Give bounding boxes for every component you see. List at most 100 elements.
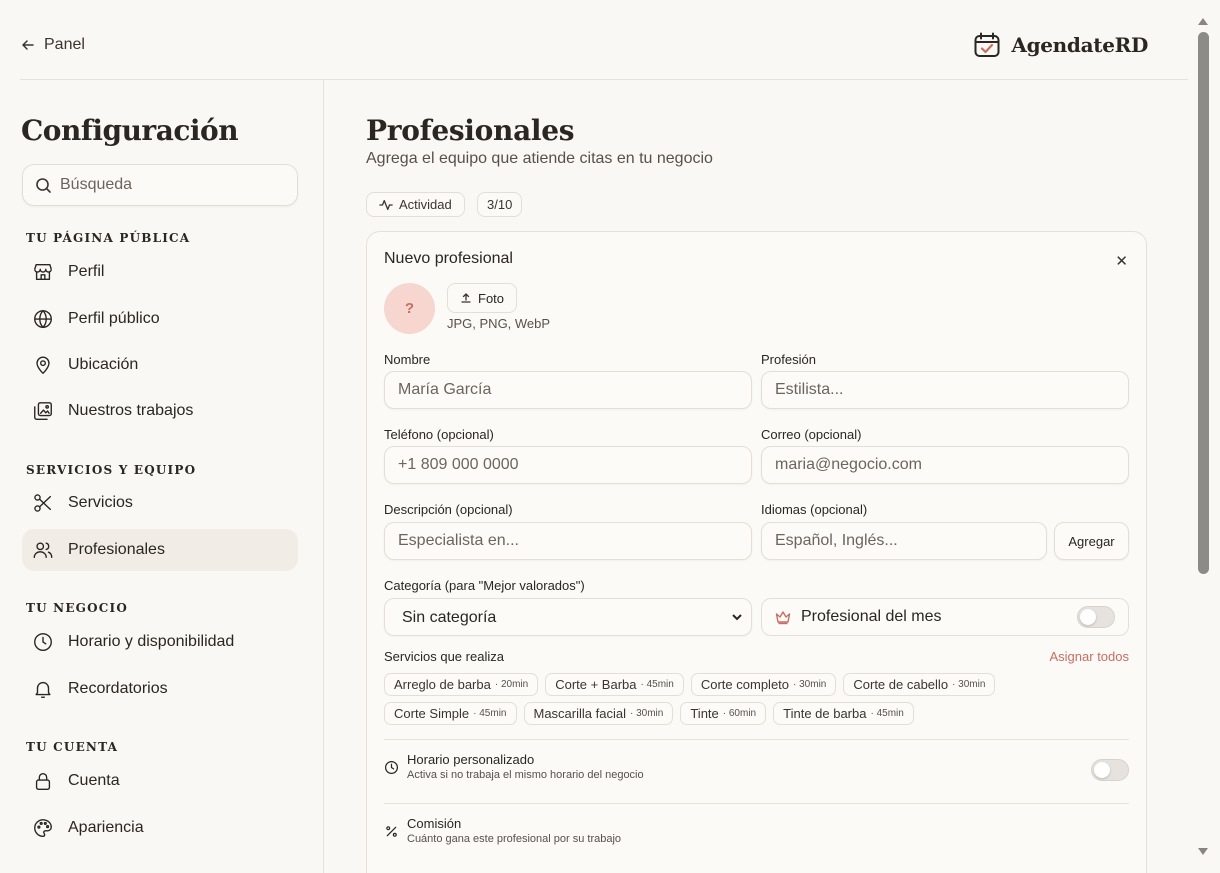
service-chip[interactable]: Mascarilla facial · 30min bbox=[523, 702, 674, 725]
sidebar-item-label: Servicios bbox=[68, 494, 133, 511]
sidebar-item-label: Perfil público bbox=[68, 310, 160, 327]
service-chip[interactable]: Corte Simple · 45min bbox=[384, 702, 517, 725]
divider bbox=[384, 803, 1129, 804]
custom-schedule-title: Horario personalizado bbox=[407, 752, 535, 767]
profession-label: Profesión bbox=[761, 352, 816, 367]
description-input[interactable] bbox=[398, 532, 738, 550]
service-chip[interactable]: Tinte · 60min bbox=[680, 702, 767, 725]
assign-all-link[interactable]: Asignar todos bbox=[1050, 649, 1130, 664]
scroll-thumb[interactable] bbox=[1198, 32, 1209, 574]
professional-of-month-toggle[interactable] bbox=[1077, 606, 1115, 628]
search-box[interactable] bbox=[22, 164, 298, 206]
commission-row[interactable]: Comisión Cuánto gana este profesional po… bbox=[384, 812, 1129, 852]
sidebar-item-label: Cuenta bbox=[68, 772, 120, 789]
category-field[interactable]: Sin categoría bbox=[384, 598, 752, 636]
sidebar-item-perfil[interactable]: Perfil bbox=[22, 251, 298, 293]
service-name: Corte + Barba bbox=[555, 677, 637, 692]
service-chip[interactable]: Corte + Barba · 45min bbox=[545, 673, 684, 696]
crown-icon bbox=[775, 611, 791, 625]
sidebar-item-horario[interactable]: Horario y disponibilidad bbox=[22, 621, 298, 663]
count-badge: 3/10 bbox=[477, 192, 523, 217]
custom-schedule-toggle[interactable] bbox=[1091, 759, 1129, 781]
sidebar-item-ubicacion[interactable]: Ubicación bbox=[22, 344, 298, 386]
clock-icon bbox=[384, 760, 399, 775]
bell-icon bbox=[35, 681, 51, 698]
count-badge-text: 3/10 bbox=[487, 197, 513, 212]
services-label: Servicios que realiza bbox=[384, 649, 504, 664]
service-duration: · 30min bbox=[793, 679, 827, 690]
sidebar-item-perfil-publico[interactable]: Perfil público bbox=[22, 298, 298, 340]
service-duration: · 30min bbox=[629, 708, 664, 719]
sidebar-title: Configuración bbox=[21, 114, 239, 147]
description-field[interactable] bbox=[384, 522, 752, 560]
languages-input[interactable] bbox=[775, 532, 1033, 550]
sidebar-item-servicios[interactable]: Servicios bbox=[22, 482, 298, 524]
name-input[interactable] bbox=[398, 381, 738, 399]
sidebar-item-profesionales[interactable]: Profesionales bbox=[22, 529, 298, 571]
upload-icon bbox=[461, 293, 471, 303]
email-field[interactable] bbox=[761, 446, 1129, 484]
sidebar-item-label: Perfil bbox=[68, 263, 105, 280]
section-title-public-page: Tu página pública bbox=[26, 231, 191, 245]
service-chip[interactable]: Arreglo de barba · 20min bbox=[384, 673, 539, 696]
languages-field[interactable] bbox=[761, 522, 1047, 560]
service-duration: · 45min bbox=[473, 708, 507, 719]
page-subtitle: Agrega el equipo que atiende citas en tu… bbox=[366, 150, 713, 167]
brand[interactable]: AgendateRD bbox=[973, 31, 1148, 59]
custom-schedule-description: Activa si no trabaja el mismo horario de… bbox=[407, 769, 644, 781]
service-name: Arreglo de barba bbox=[394, 677, 491, 692]
upload-photo-button[interactable]: Foto bbox=[447, 283, 518, 313]
back-label: Panel bbox=[44, 36, 85, 53]
email-input[interactable] bbox=[775, 456, 1115, 474]
activity-icon bbox=[379, 199, 393, 210]
professional-of-month-row[interactable]: Profesional del mes bbox=[761, 598, 1129, 636]
service-name: Corte de cabello bbox=[853, 677, 949, 692]
commission-description: Cuánto gana este profesional por su trab… bbox=[407, 833, 622, 845]
service-duration: · 30min bbox=[952, 679, 986, 690]
profession-input[interactable] bbox=[775, 381, 1115, 399]
service-name: Corte Simple bbox=[394, 706, 470, 721]
service-duration: · 20min bbox=[494, 679, 529, 690]
name-field[interactable] bbox=[384, 371, 752, 409]
sidebar-item-label: Nuestros trabajos bbox=[68, 402, 194, 419]
new-professional-form: Nuevo profesional ✕ ? Foto JPG, PNG, Web… bbox=[366, 231, 1147, 873]
sidebar-item-cuenta[interactable]: Cuenta bbox=[22, 760, 298, 802]
avatar[interactable]: ? bbox=[384, 283, 435, 334]
sidebar-item-recordatorios[interactable]: Recordatorios bbox=[22, 668, 298, 710]
scissors-icon bbox=[34, 494, 52, 512]
activity-button[interactable]: Actividad bbox=[366, 192, 465, 217]
name-label: Nombre bbox=[384, 352, 431, 367]
page-scrollbar[interactable] bbox=[1188, 0, 1220, 873]
profession-field[interactable] bbox=[761, 371, 1129, 409]
phone-input[interactable] bbox=[398, 456, 738, 474]
service-chip[interactable]: Corte completo · 30min bbox=[690, 673, 837, 696]
service-chip[interactable]: Tinte de barba · 45min bbox=[773, 702, 914, 725]
sidebar-item-nuestros-trabajos[interactable]: Nuestros trabajos bbox=[22, 390, 298, 432]
globe-icon bbox=[34, 309, 52, 329]
sidebar-item-label: Recordatorios bbox=[68, 680, 168, 697]
phone-field[interactable] bbox=[384, 446, 752, 484]
lock-icon bbox=[35, 772, 51, 790]
scroll-down-arrow-icon[interactable] bbox=[1198, 848, 1208, 855]
activity-label: Actividad bbox=[399, 197, 452, 212]
clock-icon bbox=[34, 633, 52, 651]
custom-schedule-row: Horario personalizado Activa si no traba… bbox=[384, 748, 1129, 788]
palette-icon bbox=[34, 819, 52, 837]
top-bar: Panel AgendateRD bbox=[20, 0, 1188, 80]
category-select[interactable]: Sin categoría bbox=[398, 607, 745, 627]
store-icon bbox=[34, 263, 52, 281]
photo-format-hint: JPG, PNG, WebP bbox=[447, 316, 551, 331]
map-pin-icon bbox=[36, 356, 50, 375]
scroll-up-arrow-icon[interactable] bbox=[1198, 18, 1208, 25]
close-icon[interactable]: ✕ bbox=[1115, 252, 1128, 270]
back-to-panel-link[interactable]: Panel bbox=[20, 36, 85, 54]
search-input[interactable] bbox=[60, 176, 270, 194]
service-name: Tinte bbox=[690, 706, 719, 721]
calendar-check-icon bbox=[974, 32, 1000, 57]
service-chip[interactable]: Corte de cabello · 30min bbox=[843, 673, 996, 696]
description-label: Descripción (opcional) bbox=[384, 502, 513, 517]
sidebar-item-apariencia[interactable]: Apariencia bbox=[22, 807, 298, 849]
sidebar-item-label: Ubicación bbox=[68, 356, 139, 373]
service-name: Corte completo bbox=[700, 677, 790, 692]
add-language-button[interactable]: Agregar bbox=[1054, 522, 1129, 560]
